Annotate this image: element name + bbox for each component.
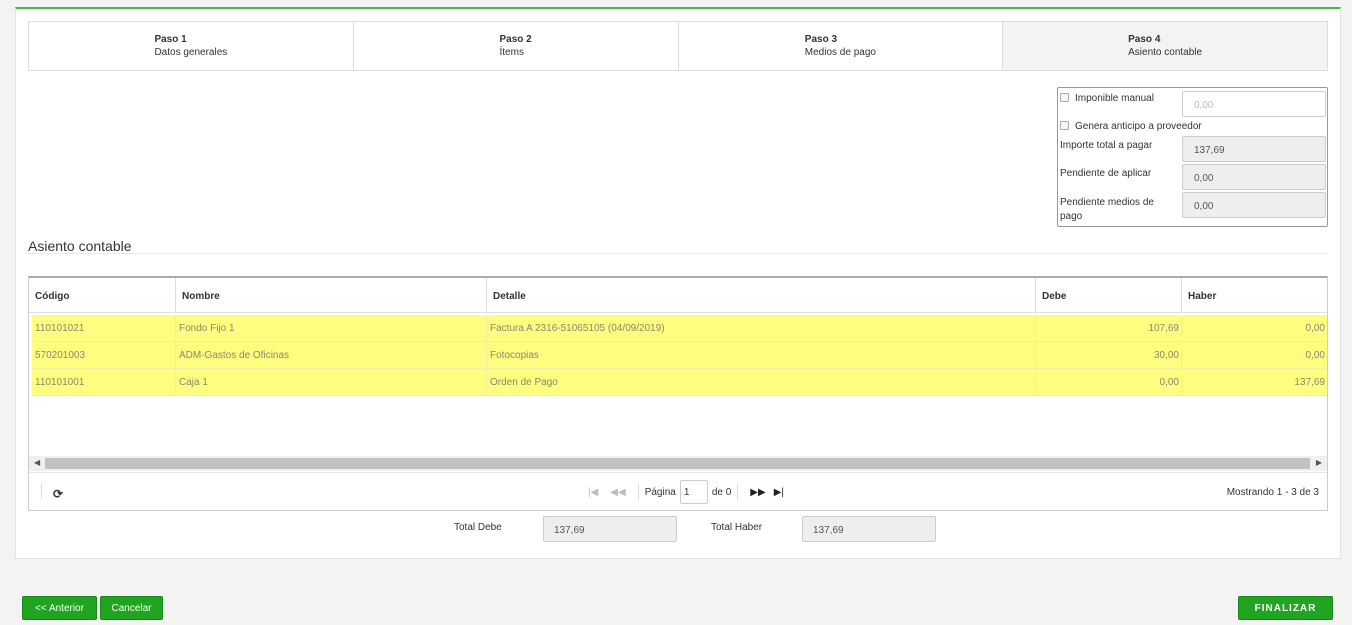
page-of-label: de 0 <box>711 486 732 498</box>
section-divider <box>28 253 1328 254</box>
asiento-grid: Código Nombre Detalle Debe Haber 1101010… <box>28 276 1328 511</box>
grid-header: Código Nombre Detalle Debe Haber <box>29 278 1327 313</box>
pendiente-medios-label-line1: Pendiente medios de <box>1060 197 1154 208</box>
imponible-manual-row: Imponible manual <box>1060 93 1154 104</box>
column-header-nombre[interactable]: Nombre <box>176 278 487 312</box>
prev-page-icon[interactable]: ◀◀ <box>610 487 625 498</box>
refresh-icon[interactable]: ⟳ <box>53 487 63 501</box>
pager-navigation: |◀ ◀◀ Página 1 de 0 ▶▶ ▶| <box>582 480 790 504</box>
table-row[interactable]: 570201003 ADM-Gastos de Oficinas Fotocop… <box>32 342 1327 369</box>
cell-codigo: 570201003 <box>32 342 176 368</box>
imponible-manual-input[interactable]: 0,00 <box>1182 91 1326 117</box>
first-page-icon[interactable]: |◀ <box>588 487 598 498</box>
grid-pager: ⟳ |◀ ◀◀ Página 1 de 0 ▶▶ ▶| Mostrando 1 … <box>29 472 1327 511</box>
horizontal-scrollbar[interactable]: ◀ ▶ <box>29 456 1327 471</box>
finalizar-button[interactable]: FINALIZAR <box>1238 596 1333 620</box>
column-header-debe[interactable]: Debe <box>1036 278 1182 312</box>
column-header-haber[interactable]: Haber <box>1182 278 1327 312</box>
section-title: Asiento contable <box>28 238 132 254</box>
cell-nombre: Fondo Fijo 1 <box>176 315 487 341</box>
cell-detalle: Fotocopias <box>487 342 1036 368</box>
table-row[interactable]: 110101001 Caja 1 Orden de Pago 0,00 137,… <box>32 369 1327 396</box>
cell-haber: 137,69 <box>1294 377 1325 388</box>
step-label: Medios de pago <box>804 47 876 58</box>
last-page-icon[interactable]: ▶| <box>774 487 784 498</box>
importe-total-field: 137,69 <box>1182 136 1326 162</box>
scroll-right-icon[interactable]: ▶ <box>1316 458 1322 467</box>
cell-haber: 0,00 <box>1305 350 1325 361</box>
imponible-manual-label: Imponible manual <box>1075 93 1154 104</box>
importe-total-label: Importe total a pagar <box>1060 140 1153 151</box>
step-3[interactable]: Paso 3 Medios de pago <box>679 22 1004 70</box>
payment-summary-box: Imponible manual 0,00 Genera anticipo a … <box>1057 87 1328 227</box>
column-header-detalle[interactable]: Detalle <box>487 278 1036 312</box>
cell-nombre: Caja 1 <box>176 369 487 395</box>
cell-debe: 107,69 <box>1036 315 1182 341</box>
step-label: Asiento contable <box>1128 47 1203 58</box>
table-row[interactable]: 110101021 Fondo Fijo 1 Factura A 2316-51… <box>32 315 1327 342</box>
anticipo-label: Genera anticipo a proveedor <box>1075 121 1202 132</box>
cell-codigo: 110101021 <box>32 315 176 341</box>
pager-separator <box>637 484 639 500</box>
step-number: Paso 1 <box>154 34 187 45</box>
step-2[interactable]: Paso 2 Ítems <box>354 22 679 70</box>
pendiente-aplicar-label: Pendiente de aplicar <box>1060 168 1152 179</box>
cell-debe: 0,00 <box>1036 369 1182 395</box>
pager-divider <box>41 483 42 499</box>
imponible-manual-checkbox[interactable] <box>1060 93 1069 102</box>
cell-debe: 30,00 <box>1036 342 1182 368</box>
step-number: Paso 3 <box>804 34 838 45</box>
total-debe-field: 137,69 <box>543 516 677 542</box>
column-header-codigo[interactable]: Código <box>29 278 176 312</box>
total-debe-label: Total Debe <box>454 522 502 533</box>
next-page-icon[interactable]: ▶▶ <box>750 487 765 498</box>
pendiente-medios-label: Pendiente medios de pago <box>1060 196 1154 224</box>
cell-detalle: Orden de Pago <box>487 369 1036 395</box>
page-label: Página <box>644 486 676 498</box>
total-haber-label: Total Haber <box>711 522 763 533</box>
pager-info: Mostrando 1 - 3 de 3 <box>1226 487 1319 498</box>
pendiente-medios-label-line2: pago <box>1060 211 1083 222</box>
cell-detalle: Factura A 2316-51065105 (04/09/2019) <box>487 315 1036 341</box>
page-number-input[interactable]: 1 <box>679 480 708 504</box>
anticipo-row: Genera anticipo a proveedor <box>1060 121 1202 132</box>
wizard-steps: Paso 1 Datos generales Paso 2 Ítems Paso 3… <box>28 21 1328 71</box>
step-4[interactable]: Paso 4 Asiento contable <box>1003 22 1327 70</box>
step-1[interactable]: Paso 1 Datos generales <box>29 22 354 70</box>
pager-separator <box>737 484 739 500</box>
cancelar-button[interactable]: Cancelar <box>100 596 163 620</box>
cell-haber: 0,00 <box>1305 323 1325 334</box>
scroll-left-icon[interactable]: ◀ <box>34 458 40 467</box>
cell-codigo: 110101001 <box>32 369 176 395</box>
pendiente-medios-field: 0,00 <box>1182 192 1326 218</box>
anticipo-checkbox[interactable] <box>1060 121 1069 130</box>
anterior-button[interactable]: << Anterior <box>22 596 97 620</box>
step-label: Datos generales <box>154 47 228 58</box>
main-panel: Paso 1 Datos generales Paso 2 Ítems Paso 3… <box>15 7 1341 559</box>
cell-nombre: ADM-Gastos de Oficinas <box>176 342 487 368</box>
step-number: Paso 2 <box>499 34 532 45</box>
scrollbar-thumb[interactable] <box>45 458 1310 469</box>
total-haber-field: 137,69 <box>802 516 936 542</box>
step-label: Ítems <box>499 47 524 58</box>
step-number: Paso 4 <box>1128 34 1161 45</box>
pendiente-aplicar-field: 0,00 <box>1182 164 1326 190</box>
